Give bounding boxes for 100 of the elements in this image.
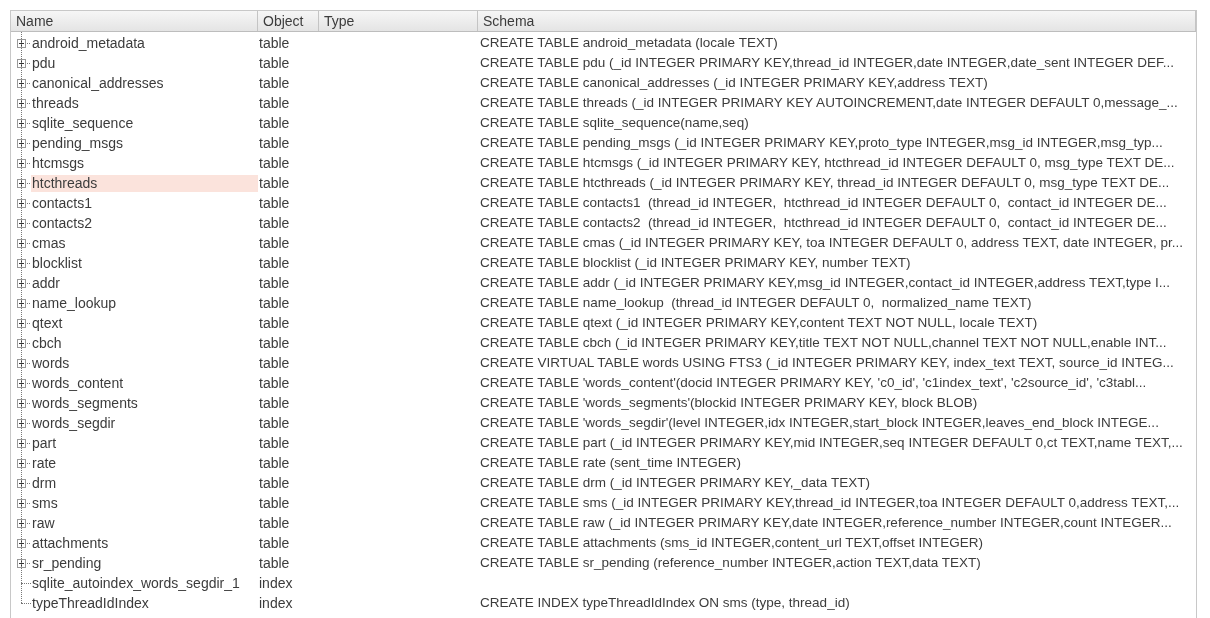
tree-item[interactable]: sms <box>31 494 59 512</box>
table-cell-text: table <box>258 414 291 433</box>
tree-item[interactable]: rate <box>31 454 58 472</box>
table-cell-text: table <box>258 234 291 253</box>
expand-icon[interactable] <box>17 78 26 88</box>
expand-icon[interactable] <box>17 218 26 228</box>
expand-icon[interactable] <box>17 38 26 48</box>
tree-item[interactable]: pdu <box>31 54 57 72</box>
table-cell-text: table <box>258 494 291 513</box>
tree-item[interactable]: blocklist <box>31 254 83 272</box>
table-cell-text: CREATE TABLE addr (_id INTEGER PRIMARY KEY,msg_id INTEGER,contact_id INTEGER,address TEXT,type I... <box>479 274 1171 292</box>
table-cell-text: CREATE TABLE 'words_segdir'(level INTEGER,idx INTEGER,start_block INTEGER,leaves_end_block INTEGE... <box>479 414 1160 432</box>
table-cell-text: table <box>258 534 291 553</box>
tree-item[interactable]: cbch <box>31 334 63 352</box>
table-cell-text: CREATE TABLE contacts2 (thread_id INTEGER, htcthread_id INTEGER DEFAULT 0, contact_id INTEGER DE... <box>479 214 1168 232</box>
table-cell-text: table <box>258 334 291 353</box>
tree-item[interactable]: sqlite_autoindex_words_segdir_1 <box>31 574 241 592</box>
expand-icon[interactable] <box>17 398 26 408</box>
expand-icon[interactable] <box>17 538 26 548</box>
table-cell-text: table <box>258 214 291 233</box>
expand-icon[interactable] <box>17 558 26 568</box>
expand-icon[interactable] <box>17 298 26 308</box>
tree-item[interactable]: raw <box>31 514 56 532</box>
table-cell-text: table <box>258 434 291 453</box>
column-header[interactable]: Name <box>11 11 258 31</box>
expand-icon[interactable] <box>17 378 26 388</box>
tree-item[interactable]: words_segdir <box>31 414 117 432</box>
tree-item[interactable]: typeThreadIdIndex <box>31 594 150 612</box>
expand-icon[interactable] <box>17 358 26 368</box>
table-cell-text: table <box>258 254 291 273</box>
tree-item[interactable]: contacts2 <box>31 214 93 232</box>
expand-icon[interactable] <box>17 438 26 448</box>
tree-item[interactable]: sr_pending <box>31 554 103 572</box>
tree-item[interactable]: attachments <box>31 534 110 552</box>
table-cell-text: table <box>258 454 291 473</box>
tree-item[interactable]: addr <box>31 274 62 292</box>
table-cell-text: CREATE TABLE part (_id INTEGER PRIMARY KEY,mid INTEGER,seq INTEGER DEFAULT 0,ct TEXT,name TEXT,... <box>479 434 1184 452</box>
expand-icon[interactable] <box>17 138 26 148</box>
tree-item[interactable]: canonical_addresses <box>31 74 165 92</box>
expand-icon[interactable] <box>17 338 26 348</box>
tree-item[interactable]: qtext <box>31 314 64 332</box>
tree-item[interactable]: android_metadata <box>31 34 146 52</box>
table-cell-text: CREATE TABLE android_metadata (locale TEXT) <box>479 34 779 52</box>
table-cell-text: table <box>258 554 291 573</box>
tree-item[interactable]: words_content <box>31 374 125 392</box>
expand-icon[interactable] <box>17 258 26 268</box>
expand-icon[interactable] <box>17 158 26 168</box>
tree-item[interactable]: contacts1 <box>31 194 93 212</box>
table-cell-text: index <box>258 574 294 593</box>
table-cell-text: table <box>258 274 291 293</box>
table-cell-text: CREATE TABLE rate (sent_time INTEGER) <box>479 454 743 472</box>
expand-icon[interactable] <box>17 178 26 188</box>
table-cell-text: table <box>258 374 291 393</box>
table-cell-text: CREATE TABLE qtext (_id INTEGER PRIMARY KEY,content TEXT NOT NULL, locale TEXT) <box>479 314 1039 332</box>
expand-icon[interactable] <box>17 278 26 288</box>
table-cell-text: CREATE TABLE htcthreads (_id INTEGER PRIMARY KEY, thread_id INTEGER DEFAULT 0, msg_type TEXT DE... <box>479 174 1171 192</box>
tree-item[interactable]: sqlite_sequence <box>31 114 135 132</box>
table-cell-text: table <box>258 74 291 93</box>
table-cell-text: CREATE TABLE blocklist (_id INTEGER PRIMARY KEY, number TEXT) <box>479 254 912 272</box>
expand-icon[interactable] <box>17 318 26 328</box>
table-cell-text: CREATE TABLE sr_pending (reference_number INTEGER,action TEXT,data TEXT) <box>479 554 982 572</box>
column-header[interactable]: Schema <box>478 11 1196 31</box>
tree-item[interactable]: pending_msgs <box>31 134 125 152</box>
tree-item[interactable]: words_segments <box>31 394 139 412</box>
expand-icon[interactable] <box>17 238 26 248</box>
table-cell-text: CREATE TABLE contacts1 (thread_id INTEGER, htcthread_id INTEGER DEFAULT 0, contact_id INTEGER DE... <box>479 194 1168 212</box>
expand-icon[interactable] <box>17 198 26 208</box>
expand-icon[interactable] <box>17 118 26 128</box>
expand-icon[interactable] <box>17 498 26 508</box>
expand-icon[interactable] <box>17 518 26 528</box>
expand-icon[interactable] <box>17 98 26 108</box>
table-cell-text: CREATE TABLE name_lookup (thread_id INTEGER DEFAULT 0, normalized_name TEXT) <box>479 294 1033 312</box>
tree-item[interactable]: drm <box>31 474 58 492</box>
table-cell-text: CREATE TABLE 'words_segments'(blockid INTEGER PRIMARY KEY, block BLOB) <box>479 394 979 412</box>
table-cell-text: index <box>258 594 294 613</box>
table-cell-text: CREATE INDEX typeThreadIdIndex ON sms (type, thread_id) <box>479 594 851 612</box>
table-cell-text: CREATE TABLE sqlite_sequence(name,seq) <box>479 114 750 132</box>
table-cell-text: CREATE TABLE cmas (_id INTEGER PRIMARY KEY, toa INTEGER DEFAULT 0, address TEXT, date INTEGER, pr... <box>479 234 1184 252</box>
table-cell-text: CREATE TABLE canonical_addresses (_id INTEGER PRIMARY KEY,address TEXT) <box>479 74 989 92</box>
tree-item[interactable]: name_lookup <box>31 294 118 312</box>
table-cell-text: table <box>258 194 291 213</box>
table-cell-text: CREATE TABLE 'words_content'(docid INTEGER PRIMARY KEY, 'c0_id', 'c1index_text', 'c2source_id', 'c3tabl... <box>479 374 1148 392</box>
tree-item[interactable]: threads <box>31 94 80 112</box>
table-cell-text: table <box>258 354 291 373</box>
table-cell-text: table <box>258 94 291 113</box>
expand-icon[interactable] <box>17 478 26 488</box>
tree-item[interactable]: cmas <box>31 234 67 252</box>
tree-item[interactable]: htcthreads <box>31 174 258 192</box>
tree-item[interactable]: htcmsgs <box>31 154 86 172</box>
tree-item[interactable]: part <box>31 434 58 452</box>
tree-item[interactable]: words <box>31 354 71 372</box>
table-cell-text: CREATE VIRTUAL TABLE words USING FTS3 (_id INTEGER PRIMARY KEY, index_text TEXT, source_id INTEG... <box>479 354 1175 372</box>
table-cell-text: table <box>258 294 291 313</box>
table-cell-text: table <box>258 474 291 493</box>
table-cell-text: table <box>258 134 291 153</box>
expand-icon[interactable] <box>17 418 26 428</box>
expand-icon[interactable] <box>17 58 26 68</box>
expand-icon[interactable] <box>17 458 26 468</box>
column-header[interactable]: Type <box>319 11 478 31</box>
column-header[interactable]: Object <box>258 11 319 31</box>
